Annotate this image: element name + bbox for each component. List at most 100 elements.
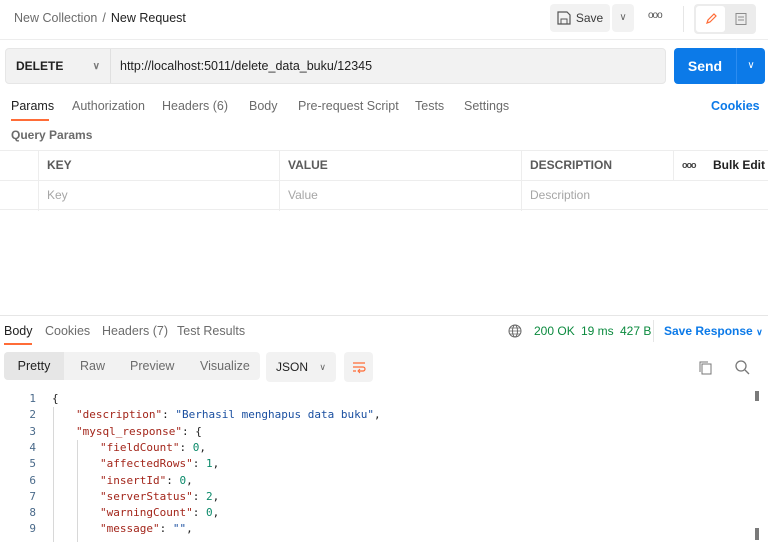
line-number: 3: [29, 424, 36, 438]
chevron-down-icon: ∨: [756, 327, 763, 337]
json-key: "affectedRows": [100, 457, 193, 471]
tab-tests[interactable]: Tests: [415, 99, 444, 113]
line-number: 5: [29, 457, 36, 471]
col-value: VALUE: [279, 151, 521, 181]
tab-params[interactable]: Params: [11, 99, 54, 113]
divider: [653, 320, 654, 342]
globe-icon[interactable]: [508, 324, 522, 338]
json-key: "fieldCount": [100, 440, 180, 454]
col-description: DESCRIPTION: [521, 151, 673, 181]
breadcrumb: New Collection / New Request: [14, 11, 186, 25]
response-tab-headers-count: (7): [152, 324, 169, 338]
code-line: "serverStatus": 2,: [100, 489, 220, 503]
code-line: "affectedRows": 1,: [100, 457, 220, 471]
response-divider[interactable]: [0, 315, 768, 316]
response-time[interactable]: 19 ms: [581, 324, 614, 338]
line-number: 7: [29, 489, 36, 503]
line-number: 8: [29, 506, 36, 520]
format-select[interactable]: JSON ∨: [266, 352, 336, 382]
code-line: "warningCount": 0,: [100, 506, 220, 520]
method-select[interactable]: DELETE ∨: [6, 49, 111, 83]
view-preview[interactable]: Preview: [130, 359, 174, 373]
response-tab-headers[interactable]: Headers (7): [102, 324, 168, 338]
edit-pencil-icon[interactable]: [696, 6, 725, 32]
breadcrumb-separator: /: [102, 11, 106, 25]
mode-toggle: [694, 4, 756, 34]
chevron-down-icon: ∨: [319, 361, 326, 372]
status-code[interactable]: 200 OK: [534, 324, 575, 338]
tab-headers[interactable]: Headers (6): [162, 99, 228, 113]
response-tab-cookies[interactable]: Cookies: [45, 324, 90, 338]
query-params-title: Query Params: [11, 128, 93, 142]
json-key: "insertId": [100, 473, 167, 487]
view-raw[interactable]: Raw: [80, 359, 105, 373]
code-line: "insertId": 0,: [100, 473, 193, 487]
code-line: "mysql_response": {: [76, 424, 202, 438]
code-line: {: [52, 392, 59, 405]
line-number: 2: [29, 408, 36, 422]
json-value: "": [172, 522, 187, 536]
bulk-edit-button[interactable]: Bulk Edit: [705, 151, 768, 181]
breadcrumb-collection[interactable]: New Collection: [14, 11, 97, 25]
send-button[interactable]: Send ∨: [674, 48, 765, 84]
json-key: "description": [76, 408, 163, 422]
view-visualize[interactable]: Visualize: [200, 359, 250, 373]
json-value: "Berhasil menghapus data buku": [175, 408, 375, 422]
table-header-row: KEY VALUE DESCRIPTION ooo Bulk Edit: [0, 151, 768, 181]
breadcrumb-request[interactable]: New Request: [111, 11, 186, 25]
wrap-lines-icon[interactable]: [344, 352, 373, 382]
comment-icon[interactable]: [726, 6, 755, 32]
save-icon: [557, 11, 571, 25]
save-dropdown-chevron-icon[interactable]: ∨: [612, 4, 634, 32]
copy-icon[interactable]: [698, 360, 714, 376]
format-label: JSON: [276, 360, 309, 374]
cookies-link[interactable]: Cookies: [711, 99, 760, 113]
description-input[interactable]: Description: [521, 181, 768, 211]
json-value: 0: [179, 473, 187, 487]
response-tab-test-results[interactable]: Test Results: [177, 324, 245, 338]
indent-guide: [77, 440, 78, 542]
chevron-down-icon: ∨: [92, 60, 100, 72]
tab-authorization[interactable]: Authorization: [72, 99, 145, 113]
url-input[interactable]: http://localhost:5011/delete_data_buku/1…: [120, 59, 372, 73]
scrollbar-thumb[interactable]: [755, 528, 759, 540]
save-label: Save: [575, 11, 604, 25]
view-mode-selector: Pretty Raw Preview Visualize: [4, 352, 260, 380]
code-line: "fieldCount": 0,: [100, 440, 206, 454]
save-button[interactable]: Save: [550, 4, 610, 32]
json-value: 1: [205, 457, 213, 471]
json-key: "warningCount": [100, 506, 193, 520]
line-number: 9: [29, 522, 36, 536]
save-response-button[interactable]: Save Response ∨: [664, 324, 763, 338]
json-key: "message": [100, 522, 160, 536]
response-tab-body[interactable]: Body: [4, 324, 33, 338]
json-value: 0: [205, 506, 213, 520]
tab-headers-label: Headers: [162, 99, 210, 113]
line-number: 4: [29, 440, 36, 454]
tab-pre-request-script[interactable]: Pre-request Script: [298, 99, 399, 113]
json-brace: {: [52, 392, 59, 405]
table-row: Key Value Description: [0, 181, 768, 211]
tab-settings[interactable]: Settings: [464, 99, 509, 113]
json-value: 0: [192, 440, 200, 454]
col-key: KEY: [38, 151, 279, 181]
method-label: DELETE: [16, 59, 64, 73]
json-key: "serverStatus": [100, 489, 193, 503]
key-input[interactable]: Key: [38, 181, 279, 211]
more-options-icon[interactable]: ooo: [673, 151, 705, 181]
send-dropdown-chevron-icon[interactable]: ∨: [736, 48, 765, 84]
search-icon[interactable]: [734, 359, 750, 375]
value-input[interactable]: Value: [279, 181, 521, 211]
json-value: 2: [205, 489, 213, 503]
request-url-bar: DELETE ∨ http://localhost:5011/delete_dat…: [5, 48, 666, 84]
indent-guide: [53, 407, 54, 542]
more-options-icon[interactable]: ooo: [648, 10, 663, 21]
tab-body[interactable]: Body: [249, 99, 278, 113]
view-pretty[interactable]: Pretty: [4, 352, 64, 380]
scrollbar-thumb[interactable]: [755, 391, 759, 401]
line-number: 1: [29, 392, 36, 405]
save-response-label: Save Response: [664, 324, 753, 338]
tab-headers-count: (6): [212, 99, 229, 113]
response-size[interactable]: 427 B: [620, 324, 651, 338]
json-brace: {: [195, 424, 202, 438]
